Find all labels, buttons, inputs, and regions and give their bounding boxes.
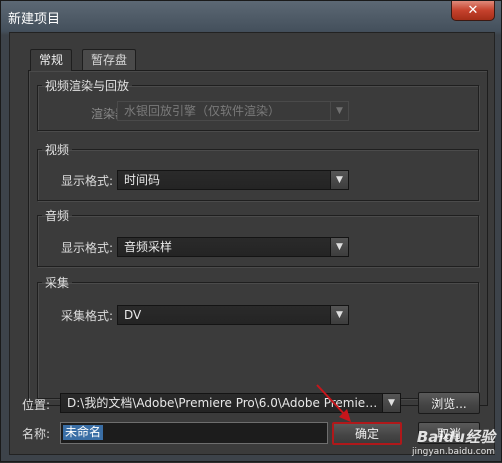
capture-format-dropdown[interactable]: DV ▼ [117, 305, 349, 325]
close-icon: ✕ [467, 3, 479, 18]
audio-display-format-dropdown[interactable]: 音频采样 ▼ [117, 237, 349, 257]
chevron-down-icon: ▼ [382, 394, 400, 412]
video-display-format-label: 显示格式: [60, 174, 113, 188]
audio-display-format-value: 音频采样 [124, 240, 173, 254]
browse-button[interactable]: 浏览... [418, 392, 480, 414]
group-capture: 采集 [37, 274, 479, 399]
project-name-input[interactable]: 未命名 [60, 422, 328, 444]
location-value: D:\我的文档\Adobe\Premiere Pro\6.0\Adobe Pre… [67, 396, 400, 410]
renderer-dropdown: 水银回放引擎（仅软件渲染） ▼ [117, 101, 349, 121]
group-video-rendering-title: 视频渲染与回放 [45, 79, 130, 93]
capture-format-value: DV [124, 308, 142, 322]
watermark-logo: Baidu经验 [416, 428, 495, 446]
tab-scratch-disks[interactable]: 暂存盘 [82, 49, 137, 70]
chevron-down-icon: ▼ [330, 238, 348, 256]
dialog-title: 新建项目 [8, 12, 61, 27]
renderer-value: 水银回放引擎（仅软件渲染） [124, 104, 281, 118]
tab-panel-general: 视频渲染与回放 渲染器: 水银回放引擎（仅软件渲染） ▼ 视频 显示格式: 时间… [28, 70, 488, 406]
group-audio-title: 音频 [45, 209, 70, 223]
name-label: 名称: [22, 427, 51, 441]
dialog-body: 常规 暂存盘 视频渲染与回放 渲染器: 水银回放引擎（仅软件渲染） ▼ 视频 显… [9, 32, 495, 455]
ok-button[interactable]: 确定 [332, 422, 402, 445]
group-capture-title: 采集 [45, 276, 70, 290]
watermark-url: jingyan.baidu.com [411, 447, 495, 457]
project-name-value: 未命名 [63, 425, 104, 440]
title-bar: 新建项目 ✕ [1, 1, 501, 32]
audio-display-format-label: 显示格式: [60, 241, 113, 255]
chevron-down-icon: ▼ [330, 306, 348, 324]
location-label: 位置: [22, 398, 51, 412]
group-video-title: 视频 [45, 143, 70, 157]
chevron-down-icon: ▼ [330, 171, 348, 189]
close-button[interactable]: ✕ [451, 1, 495, 21]
video-display-format-value: 时间码 [124, 173, 161, 187]
new-project-dialog: 新建项目 ✕ 常规 暂存盘 视频渲染与回放 渲染器: 水银回放引擎（仅软件渲染）… [0, 0, 502, 462]
watermark: Baidu经验 jingyan.baidu.com [412, 426, 495, 457]
location-dropdown[interactable]: D:\我的文档\Adobe\Premiere Pro\6.0\Adobe Pre… [60, 393, 401, 413]
capture-format-label: 采集格式: [60, 309, 113, 323]
video-display-format-dropdown[interactable]: 时间码 ▼ [117, 170, 349, 190]
tab-general[interactable]: 常规 [30, 49, 73, 71]
chevron-down-icon: ▼ [330, 102, 348, 120]
